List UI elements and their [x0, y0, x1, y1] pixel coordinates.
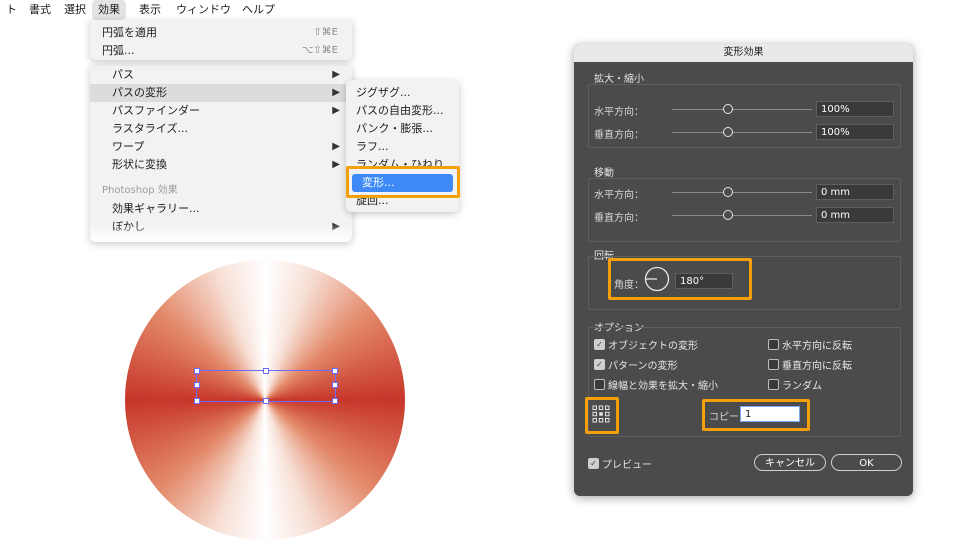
submenu-item-roughen[interactable]: ラフ... — [346, 138, 459, 156]
chevron-right-icon: ▶ — [332, 87, 340, 98]
move-horizontal-input[interactable]: 0 mm — [816, 184, 894, 200]
chevron-right-icon: ▶ — [332, 105, 340, 116]
menu-type[interactable]: 書式 — [29, 0, 51, 20]
menu-item-distort-label: パスの変形 — [112, 86, 167, 99]
resize-handle[interactable] — [194, 382, 200, 388]
ok-button[interactable]: OK — [831, 454, 902, 471]
selection-bounding-box[interactable] — [194, 368, 338, 404]
dialog-title: 変形効果 — [574, 44, 913, 62]
submenu-item-zigzag-label: ジグザグ... — [356, 86, 411, 99]
resize-handle[interactable] — [332, 382, 338, 388]
chevron-right-icon: ▶ — [332, 69, 340, 80]
scale-section-label: 拡大・縮小 — [594, 74, 644, 85]
scale-vertical-label: 垂直方向： — [594, 130, 644, 141]
resize-handle[interactable] — [332, 368, 338, 374]
menu-item-convert-to-shape[interactable]: 形状に変換 ▶ — [90, 156, 352, 174]
move-vertical-input[interactable]: 0 mm — [816, 207, 894, 223]
menu-item-distort-transform[interactable]: パスの変形 ▶ — [90, 84, 352, 102]
menu-select[interactable]: 選択 — [64, 0, 86, 20]
scale-strokes-checkbox[interactable] — [594, 379, 605, 390]
menu-item-path[interactable]: パス ▶ — [90, 66, 352, 84]
scale-vertical-input[interactable]: 100% — [816, 124, 894, 140]
reflect-x-checkbox[interactable] — [768, 339, 779, 350]
move-horizontal-label: 水平方向： — [594, 190, 644, 201]
move-section-label: 移動 — [594, 168, 614, 179]
scale-vertical-slider-track[interactable] — [672, 132, 812, 133]
last-effect-shortcut: ⌥⇧⌘E — [301, 45, 338, 56]
menu-item-convert-label: 形状に変換 — [112, 158, 167, 171]
apply-last-effect-label: 円弧を適用 — [102, 26, 157, 39]
angle-highlight — [608, 258, 752, 300]
reflect-y-label: 垂直方向に反転 — [782, 361, 852, 372]
scale-vertical-slider-knob[interactable] — [723, 127, 733, 137]
effect-menu: パス ▶ パスの変形 ▶ パスファインダー ▶ ラスタライズ... ワープ ▶ … — [90, 66, 352, 242]
scale-strokes-label: 線幅と効果を拡大・縮小 — [608, 381, 718, 392]
transform-effect-dialog: 変形効果 拡大・縮小 水平方向： 100% 垂直方向： 100% 移動 水平方向… — [574, 44, 913, 496]
last-effect-label: 円弧... — [102, 44, 135, 57]
menu-typeface[interactable]: ト — [6, 0, 17, 20]
preview-checkbox[interactable]: ✓ — [588, 458, 599, 469]
transform-objects-checkbox[interactable]: ✓ — [594, 339, 605, 350]
menu-effect[interactable]: 効果 — [92, 0, 126, 20]
menu-item-path-label: パス — [112, 68, 134, 81]
chevron-right-icon: ▶ — [332, 141, 340, 152]
cancel-button[interactable]: キャンセル — [754, 454, 826, 471]
reflect-y-checkbox[interactable] — [768, 359, 779, 370]
last-effect-item[interactable]: 円弧... ⌥⇧⌘E — [90, 42, 352, 60]
resize-handle[interactable] — [194, 398, 200, 404]
menu-item-rasterize-label: ラスタライズ... — [112, 122, 188, 135]
submenu-item-pucker-bloat[interactable]: パンク・膨張... — [346, 120, 459, 138]
menu-view[interactable]: 表示 — [139, 0, 161, 20]
scale-horizontal-slider-knob[interactable] — [723, 104, 733, 114]
submenu-item-pucker-bloat-label: パンク・膨張... — [356, 122, 433, 135]
scale-horizontal-slider-track[interactable] — [672, 109, 812, 110]
submenu-item-roughen-label: ラフ... — [356, 140, 389, 153]
preview-label: プレビュー — [602, 460, 652, 471]
menu-item-blur-label: ぼかし — [112, 220, 145, 233]
scale-horizontal-label: 水平方向： — [594, 107, 644, 118]
random-checkbox[interactable] — [768, 379, 779, 390]
reflect-x-label: 水平方向に反転 — [782, 341, 852, 352]
random-label: ランダム — [782, 381, 822, 392]
apply-last-effect-item[interactable]: 円弧を適用 ⇧⌘E — [90, 24, 352, 42]
transform-patterns-label: パターンの変形 — [608, 361, 678, 372]
move-vertical-slider-track[interactable] — [672, 215, 812, 216]
copies-highlight — [702, 399, 810, 431]
menu-window[interactable]: ウィンドウ — [176, 0, 231, 20]
resize-handle[interactable] — [332, 398, 338, 404]
photoshop-effects-header: Photoshop 効果 — [90, 182, 352, 200]
photoshop-effects-header-label: Photoshop 効果 — [102, 185, 178, 196]
move-horizontal-slider-knob[interactable] — [723, 187, 733, 197]
menu-item-effect-gallery-label: 効果ギャラリー... — [112, 202, 200, 215]
menu-help[interactable]: ヘルプ — [242, 0, 275, 20]
move-vertical-slider-knob[interactable] — [723, 210, 733, 220]
chevron-right-icon: ▶ — [332, 221, 340, 232]
menu-item-pathfinder-label: パスファインダー — [112, 104, 200, 117]
menu-item-warp-label: ワープ — [112, 140, 145, 153]
submenu-item-zigzag[interactable]: ジグザグ... — [346, 84, 459, 102]
menu-item-pathfinder[interactable]: パスファインダー ▶ — [90, 102, 352, 120]
move-horizontal-slider-track[interactable] — [672, 192, 812, 193]
scale-horizontal-input[interactable]: 100% — [816, 101, 894, 117]
transform-patterns-checkbox[interactable]: ✓ — [594, 359, 605, 370]
menu-item-effect-gallery[interactable]: 効果ギャラリー... — [90, 200, 352, 218]
menu-item-blur[interactable]: ぼかし ▶ — [90, 218, 352, 236]
resize-handle[interactable] — [263, 368, 269, 374]
menu-item-rasterize[interactable]: ラスタライズ... — [90, 120, 352, 138]
reference-point-highlight — [585, 397, 619, 434]
submenu-item-free-distort[interactable]: パスの自由変形... — [346, 102, 459, 120]
apply-last-effect-shortcut: ⇧⌘E — [313, 27, 338, 38]
transform-objects-label: オブジェクトの変形 — [608, 341, 698, 352]
menubar: ト 書式 選択 効果 表示 ウィンドウ ヘルプ — [0, 0, 960, 20]
move-vertical-label: 垂直方向： — [594, 213, 644, 224]
effect-menu-top: 円弧を適用 ⇧⌘E 円弧... ⌥⇧⌘E — [90, 20, 352, 60]
resize-handle[interactable] — [194, 368, 200, 374]
chevron-right-icon: ▶ — [332, 159, 340, 170]
menu-item-warp[interactable]: ワープ ▶ — [90, 138, 352, 156]
submenu-item-free-distort-label: パスの自由変形... — [356, 104, 444, 117]
transform-item-highlight — [346, 166, 460, 198]
resize-handle[interactable] — [263, 398, 269, 404]
